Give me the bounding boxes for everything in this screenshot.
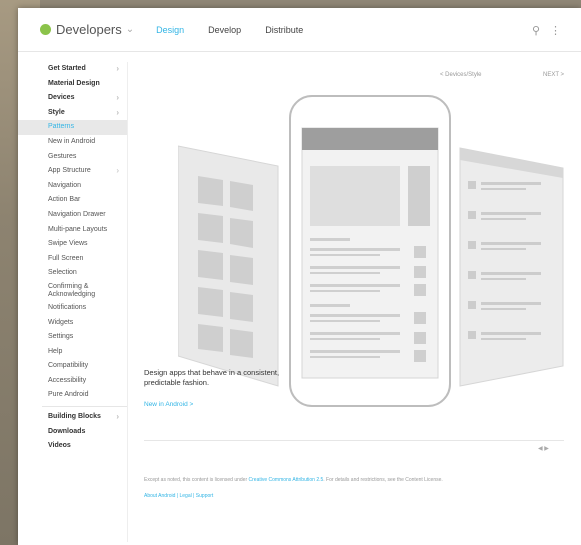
sidebar-item-label: Navigation Drawer: [48, 210, 106, 218]
sidebar-item-notifications[interactable]: Notifications: [18, 301, 127, 316]
sidebar-item-style[interactable]: Style ›: [18, 106, 127, 121]
sidebar-item-label: Help: [48, 347, 63, 355]
license-text-a: Except as noted, this content is license…: [144, 477, 249, 483]
sidebar-item-label: Action Bar: [48, 196, 81, 204]
sidebar-item-confirming-acknowledging[interactable]: Confirming & Acknowledging: [18, 281, 127, 301]
sidebar-item-label: Material Design: [48, 79, 100, 87]
license-text-b: . For details and restrictions, see the …: [323, 477, 443, 483]
content-divider: [144, 440, 564, 441]
sidebar-item-label: Multi-pane Layouts: [48, 225, 108, 233]
sidebar-item-downloads[interactable]: Downloads: [18, 425, 127, 440]
nav-develop[interactable]: Develop: [208, 25, 241, 35]
sidebar-item-label: Get Started: [48, 65, 86, 72]
sidebar-item-devices[interactable]: Devices ›: [18, 91, 127, 106]
sidebar-item-widgets[interactable]: Widgets: [18, 316, 127, 331]
phone-illustration: [289, 95, 451, 407]
sidebar-item-label: Settings: [48, 333, 74, 341]
sidebar-item-swipe-views[interactable]: Swipe Views: [18, 237, 127, 252]
sidebar-item-selection[interactable]: Selection: [18, 266, 127, 281]
pager-controls[interactable]: ◀ ▶: [538, 445, 549, 452]
sidebar-item-videos[interactable]: Videos: [18, 439, 127, 454]
sidebar-item-label: Notifications: [48, 303, 87, 311]
left-panel-illustration: [178, 145, 279, 387]
top-nav: Design Develop Distribute: [156, 25, 327, 35]
sidebar-item-label: Navigation: [48, 181, 82, 189]
sidebar-item-label: Devices: [48, 94, 75, 102]
hero-caption: Design apps that behave in a consistent,…: [144, 368, 280, 387]
chevron-right-icon: ›: [116, 412, 119, 422]
chevron-down-icon: ⌄: [125, 24, 135, 35]
sidebar-item-navigation-drawer[interactable]: Navigation Drawer: [18, 208, 127, 223]
sidebar-item-label: Swipe Views: [48, 240, 88, 248]
more-vert-icon[interactable]: ⋮: [550, 24, 561, 37]
developers-logo[interactable]: Developers ⌄: [40, 22, 134, 37]
android-logo-icon: [40, 24, 51, 35]
sidebar-item-label: Accessibility: [48, 376, 87, 384]
sidebar-item-label: Compatibility: [48, 362, 89, 370]
sidebar-item-label: Videos: [48, 442, 71, 450]
logo-text: Developers: [56, 22, 122, 37]
sidebar-item-material-design[interactable]: Material Design: [18, 77, 127, 92]
sidebar-item-app-structure[interactable]: App Structure ›: [18, 164, 127, 179]
browser-page: Developers ⌄ Design Develop Distribute ⚲…: [18, 8, 581, 545]
sidebar-item-action-bar[interactable]: Action Bar: [18, 193, 127, 208]
sidebar-item-label: App Structure: [48, 167, 91, 175]
license-text: Except as noted, this content is license…: [144, 476, 544, 484]
chevron-right-icon: ›: [116, 93, 119, 103]
sidebar-item-label: Style: [48, 108, 65, 116]
sidebar-item-multi-pane-layouts[interactable]: Multi-pane Layouts: [18, 223, 127, 238]
sidebar-item-compatibility[interactable]: Compatibility: [18, 359, 127, 374]
sidebar-item-help[interactable]: Help: [18, 345, 127, 360]
sidebar-item-building-blocks[interactable]: Building Blocks ›: [18, 410, 127, 425]
header-icons: ⚲ ⋮: [532, 24, 561, 37]
sidebar-item-label: Full Screen: [48, 254, 84, 262]
search-icon[interactable]: ⚲: [532, 24, 540, 37]
chevron-right-icon: ›: [116, 166, 119, 176]
nav-distribute[interactable]: Distribute: [265, 25, 303, 35]
nav-design[interactable]: Design: [156, 25, 184, 35]
sidebar-item-label: New in Android: [48, 137, 96, 145]
sidebar-item-label: Confirming & Acknowledging: [48, 282, 96, 298]
sidebar-item-label: Downloads: [48, 427, 86, 435]
license-link[interactable]: Creative Commons Attribution 2.5: [249, 477, 324, 483]
new-in-android-link[interactable]: New in Android >: [144, 401, 193, 408]
prev-link[interactable]: < Devices/Style: [440, 72, 482, 78]
next-link[interactable]: NEXT >: [543, 72, 564, 78]
sidebar-item-label: Selection: [48, 269, 77, 277]
sidebar: Get Started › Material Design Devices › Style…: [18, 62, 128, 542]
sidebar-item-label: Building Blocks: [48, 413, 101, 421]
sidebar-item-accessibility[interactable]: Accessibility: [18, 374, 127, 389]
top-header: Developers ⌄ Design Develop Distribute ⚲…: [18, 8, 581, 52]
sidebar-item-label: Gestures: [48, 152, 77, 160]
sidebar-item-label: Patterns: [48, 123, 75, 131]
sidebar-item-settings[interactable]: Settings: [18, 330, 127, 345]
sidebar-item-new-in-android[interactable]: New in Android: [18, 135, 127, 150]
right-panel-illustration: [459, 147, 564, 387]
sidebar-item-get-started[interactable]: Get Started ›: [18, 62, 127, 77]
chevron-right-icon: ›: [116, 107, 119, 117]
sidebar-item-label: Pure Android: [48, 391, 89, 399]
sidebar-divider: [42, 406, 127, 408]
patterns-hero-illustration: [178, 95, 564, 407]
sidebar-item-patterns[interactable]: Patterns: [18, 120, 127, 135]
sidebar-item-label: Widgets: [48, 318, 74, 326]
sidebar-item-pure-android[interactable]: Pure Android: [18, 388, 127, 403]
sidebar-item-gestures[interactable]: Gestures: [18, 150, 127, 165]
sidebar-item-full-screen[interactable]: Full Screen: [18, 252, 127, 267]
chevron-right-icon: ›: [116, 64, 119, 73]
footer-links[interactable]: About Android | Legal | Support: [144, 493, 213, 499]
sidebar-item-navigation[interactable]: Navigation: [18, 179, 127, 194]
